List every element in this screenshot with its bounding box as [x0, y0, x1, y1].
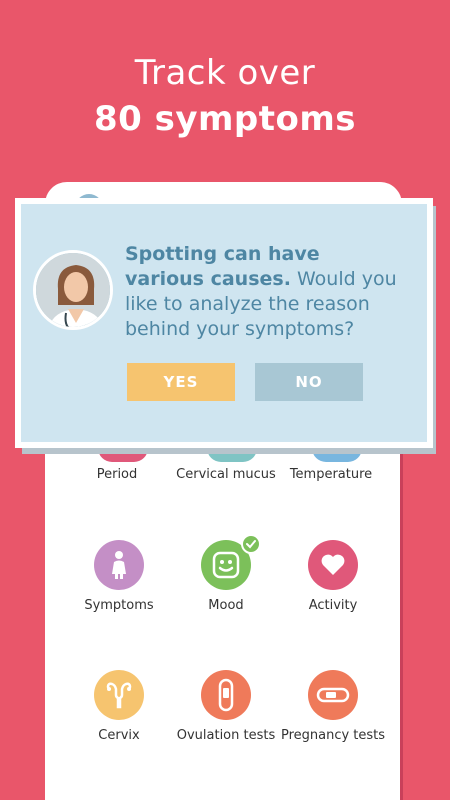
headline-line1: Track over: [134, 53, 316, 93]
heart-icon: [308, 540, 358, 590]
pregnancy-tests-item[interactable]: Pregnancy tests: [273, 670, 393, 743]
phone-edge: [400, 452, 403, 800]
period-label[interactable]: Period: [57, 467, 177, 482]
mood-label: Mood: [208, 598, 244, 613]
checkmark-icon: [241, 534, 261, 554]
cervical-mucus-label[interactable]: Cervical mucus: [166, 467, 286, 482]
cervix-item[interactable]: Cervix: [59, 670, 179, 743]
headline-line2: 80 symptoms: [93, 99, 357, 139]
uterus-icon: [94, 670, 144, 720]
dialog-message: Spotting can have various causes. Would …: [125, 242, 405, 342]
symptoms-item[interactable]: Symptoms: [59, 540, 179, 613]
headline: Track over 80 symptoms: [0, 50, 450, 142]
activity-label: Activity: [308, 598, 358, 613]
yes-button[interactable]: YES: [127, 363, 235, 401]
no-button[interactable]: NO: [255, 363, 363, 401]
symptoms-label: Symptoms: [84, 598, 154, 613]
pregnancy-tests-label: Pregnancy tests: [280, 728, 386, 743]
cervix-label: Cervix: [98, 728, 140, 743]
activity-item[interactable]: Activity: [273, 540, 393, 613]
dialog-body: Spotting can have various causes. Would …: [21, 204, 427, 442]
pregnancy-test-icon: [308, 670, 358, 720]
temperature-label[interactable]: Temperature: [271, 467, 391, 482]
mood-item[interactable]: Mood: [166, 534, 286, 613]
ovulation-test-icon: [201, 670, 251, 720]
doctor-avatar: [33, 250, 113, 330]
ovulation-tests-item[interactable]: Ovulation tests: [166, 670, 286, 743]
analysis-dialog: Spotting can have various causes. Would …: [15, 198, 433, 448]
ovulation-tests-label: Ovulation tests: [176, 728, 276, 743]
smiley-icon: [201, 534, 261, 590]
person-icon: [94, 540, 144, 590]
